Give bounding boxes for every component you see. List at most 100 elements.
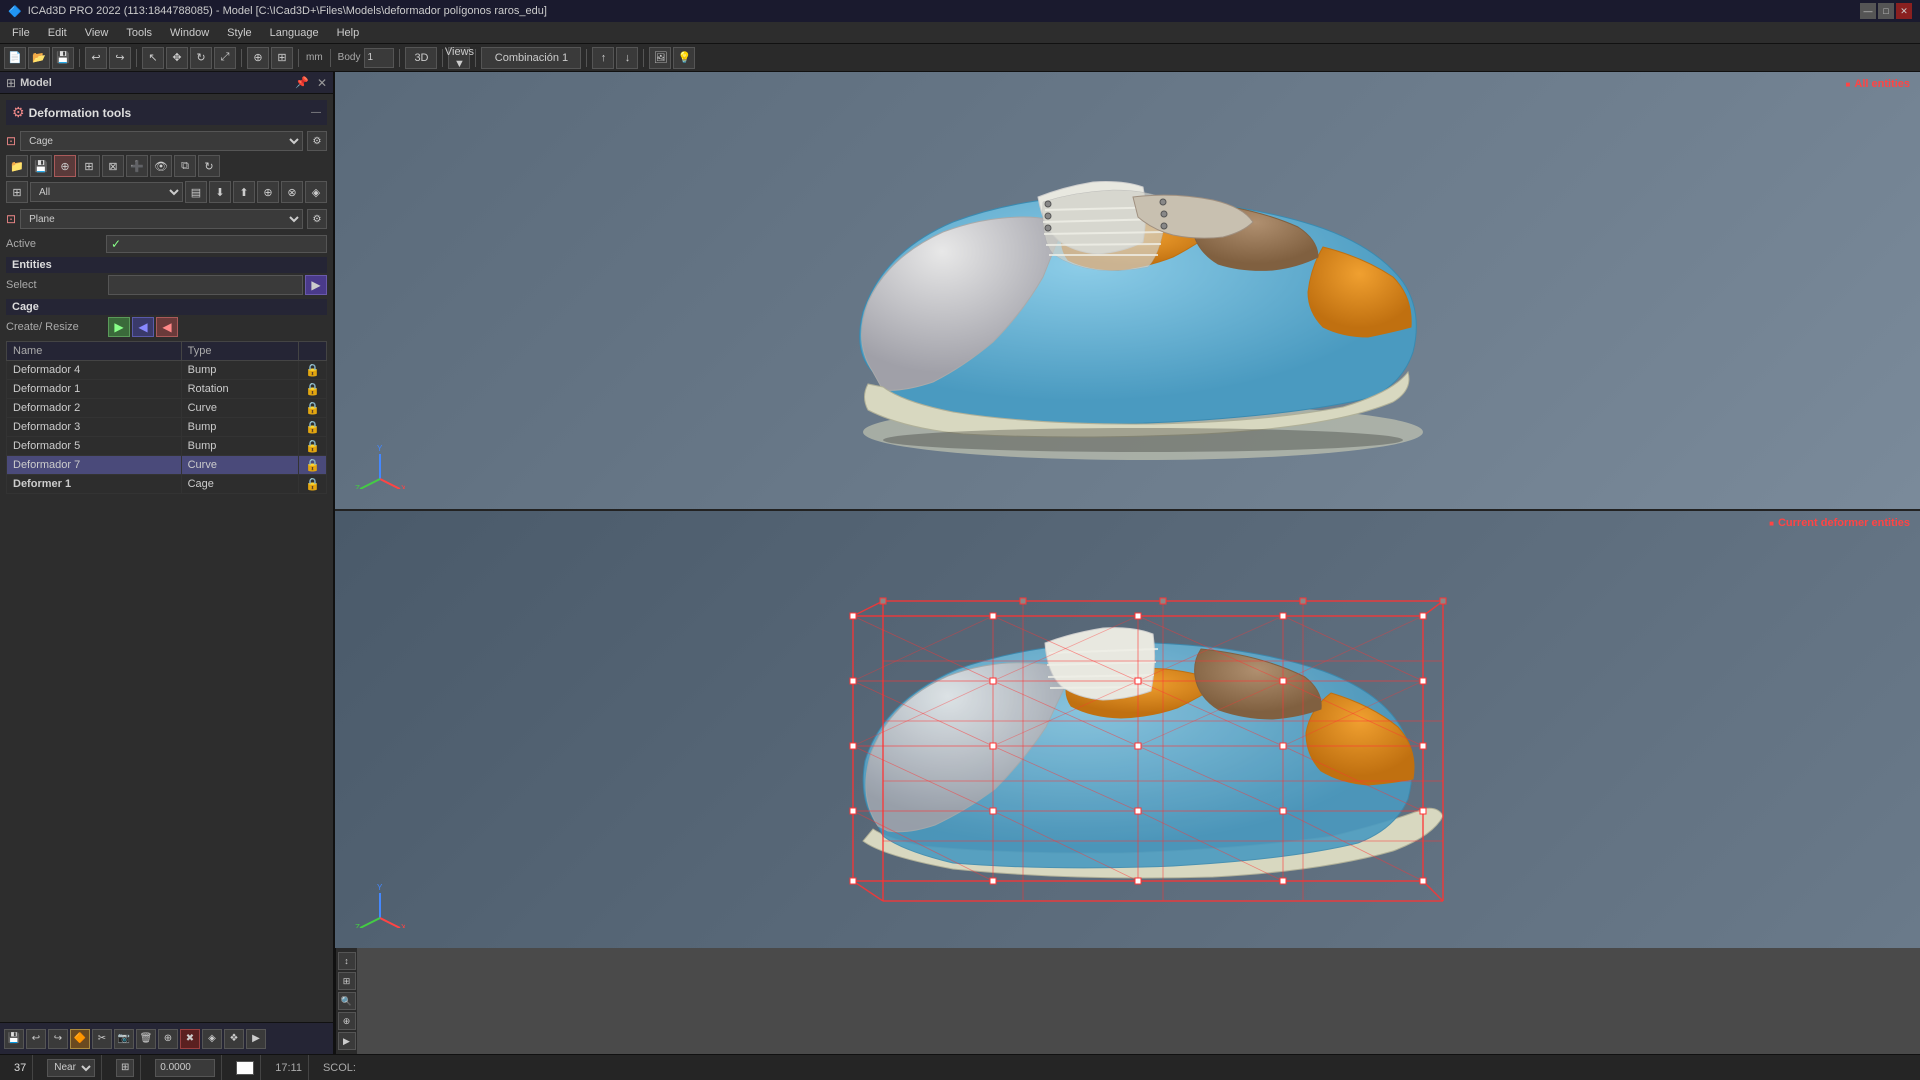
grid-icon-btn[interactable]: ⊞: [6, 181, 28, 203]
rt-btn2[interactable]: ⊞: [338, 972, 356, 990]
row-name: Deformador 1: [7, 380, 182, 399]
pb-btn8[interactable]: ⊕: [158, 1029, 178, 1049]
pb-btn6[interactable]: 📷: [114, 1029, 134, 1049]
near-select[interactable]: Near Far: [47, 1059, 95, 1077]
close-button[interactable]: ✕: [1896, 3, 1912, 19]
panel-close-button[interactable]: ✕: [317, 76, 327, 90]
viewport-top[interactable]: All entities Y X Z: [335, 72, 1920, 511]
table-row[interactable]: Deformador 7Curve🔒: [7, 456, 327, 475]
row-type: Bump: [181, 437, 298, 456]
table-row[interactable]: Deformador 5Bump🔒: [7, 437, 327, 456]
copy-btn[interactable]: ⧉: [174, 155, 196, 177]
axis-indicator-bottom: Y X Z: [355, 878, 405, 928]
add-btn[interactable]: ➕: [126, 155, 148, 177]
pb-btn11[interactable]: ❖: [224, 1029, 244, 1049]
rt-btn4[interactable]: ⊕: [338, 1012, 356, 1030]
grid-button[interactable]: ⊞: [271, 47, 293, 69]
table-row[interactable]: Deformador 3Bump🔒: [7, 418, 327, 437]
snap-button[interactable]: ⊕: [247, 47, 269, 69]
menu-language[interactable]: Language: [262, 25, 327, 41]
rotate-button[interactable]: ↻: [190, 47, 212, 69]
table-row[interactable]: Deformador 2Curve🔒: [7, 399, 327, 418]
deform-active-btn[interactable]: ⊕: [54, 155, 76, 177]
pb-btn1[interactable]: 💾: [4, 1029, 24, 1049]
panel-pin-button[interactable]: 📌: [295, 76, 309, 89]
snap-grid-btn[interactable]: ⊞: [116, 1059, 134, 1077]
row-lock[interactable]: 🔒: [299, 437, 327, 456]
open-button[interactable]: 📂: [28, 47, 50, 69]
scale-button[interactable]: ⤢: [214, 47, 236, 69]
pb-btn4[interactable]: 🔶: [70, 1029, 90, 1049]
rt-btn1[interactable]: ↕: [338, 952, 356, 970]
layers-btn[interactable]: ▤: [185, 181, 207, 203]
undo-button[interactable]: ↩: [85, 47, 107, 69]
all-dropdown[interactable]: All: [30, 182, 183, 202]
select-button[interactable]: ↖: [142, 47, 164, 69]
save-button[interactable]: 💾: [52, 47, 74, 69]
arrow-down-button[interactable]: ↓: [616, 47, 638, 69]
wire-btn[interactable]: ⊠: [102, 155, 124, 177]
cage-red-btn[interactable]: ◀: [156, 317, 178, 337]
save-icon-btn[interactable]: 💾: [30, 155, 52, 177]
arrow-up-button[interactable]: ↑: [592, 47, 614, 69]
viewport-bottom[interactable]: Current deformer entities Y X Z: [335, 511, 1920, 948]
3d-view-button[interactable]: 3D: [405, 47, 437, 69]
pb-btn2[interactable]: ↩: [26, 1029, 46, 1049]
light-button[interactable]: 💡: [673, 47, 695, 69]
export-btn[interactable]: ⬆: [233, 181, 255, 203]
redo-button[interactable]: ↪: [109, 47, 131, 69]
views-button[interactable]: Views ▼: [448, 47, 470, 69]
row-lock[interactable]: 🔒: [299, 418, 327, 437]
import-btn[interactable]: ⬇: [209, 181, 231, 203]
row-lock[interactable]: 🔒: [299, 475, 327, 494]
rt-btn3[interactable]: 🔍: [338, 992, 356, 1010]
table-row[interactable]: Deformador 4Bump🔒: [7, 361, 327, 380]
row-lock[interactable]: 🔒: [299, 380, 327, 399]
color-swatch[interactable]: [236, 1061, 254, 1075]
menu-tools[interactable]: Tools: [118, 25, 160, 41]
pb-btn3[interactable]: ↪: [48, 1029, 68, 1049]
new-button[interactable]: 📄: [4, 47, 26, 69]
table-row[interactable]: Deformador 1Rotation🔒: [7, 380, 327, 399]
plane-dropdown[interactable]: Plane: [20, 209, 303, 229]
merge-btn[interactable]: ⊕: [257, 181, 279, 203]
row-lock[interactable]: 🔒: [299, 456, 327, 475]
menu-file[interactable]: File: [4, 25, 38, 41]
cage-settings-button[interactable]: ⚙: [307, 131, 327, 151]
minimize-button[interactable]: —: [1860, 3, 1876, 19]
table-row[interactable]: Deformer 1Cage🔒: [7, 475, 327, 494]
combo-button[interactable]: Combinación 1: [481, 47, 581, 69]
cage-green-btn[interactable]: ▶: [108, 317, 130, 337]
eye-btn[interactable]: 👁: [150, 155, 172, 177]
menu-view[interactable]: View: [77, 25, 117, 41]
cage-blue-btn[interactable]: ◀: [132, 317, 154, 337]
rt-btn5[interactable]: ▶: [338, 1032, 356, 1050]
menu-edit[interactable]: Edit: [40, 25, 75, 41]
refresh-btn[interactable]: ↻: [198, 155, 220, 177]
menu-help[interactable]: Help: [329, 25, 368, 41]
entities-arrow-btn[interactable]: ▶: [305, 275, 327, 295]
extra-btn[interactable]: ◈: [305, 181, 327, 203]
coord-input[interactable]: [155, 1059, 215, 1077]
pb-btn10[interactable]: ◈: [202, 1029, 222, 1049]
folder-icon-btn[interactable]: 📁: [6, 155, 28, 177]
pb-btn5[interactable]: ✂: [92, 1029, 112, 1049]
menu-style[interactable]: Style: [219, 25, 259, 41]
plane-settings-btn[interactable]: ⚙: [307, 209, 327, 229]
menu-window[interactable]: Window: [162, 25, 217, 41]
split-btn[interactable]: ⊗: [281, 181, 303, 203]
row-lock[interactable]: 🔒: [299, 361, 327, 380]
cage-dropdown[interactable]: Cage: [20, 131, 303, 151]
pb-more[interactable]: ▶: [246, 1029, 266, 1049]
svg-text:X: X: [401, 923, 405, 928]
row-lock[interactable]: 🔒: [299, 399, 327, 418]
maximize-button[interactable]: □: [1878, 3, 1894, 19]
body-input[interactable]: [364, 48, 394, 68]
move-button[interactable]: ✥: [166, 47, 188, 69]
icon-row-1: 📁 💾 ⊕ ⊞ ⊠ ➕ 👁 ⧉ ↻: [6, 155, 327, 177]
pb-btn7[interactable]: 🗑: [136, 1029, 156, 1049]
render-button[interactable]: 🖼: [649, 47, 671, 69]
entities-input[interactable]: [108, 275, 303, 295]
mesh-btn[interactable]: ⊞: [78, 155, 100, 177]
pb-btn9[interactable]: ✖: [180, 1029, 200, 1049]
